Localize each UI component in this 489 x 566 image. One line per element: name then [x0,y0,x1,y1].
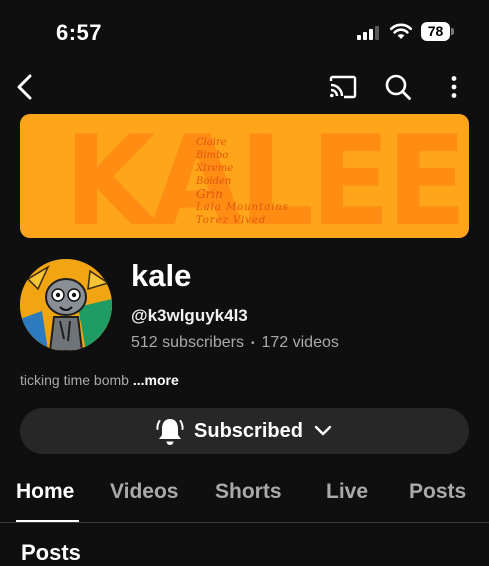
banner-line: Xtreme [196,163,234,174]
cast-button[interactable] [326,72,360,102]
channel-name: kale [131,258,192,293]
status-bar: 6:57 78 [0,0,489,64]
tabs-divider [0,522,489,523]
stats-separator: • [250,337,255,349]
channel-stats: 512 subscribers • 172 videos [131,334,339,352]
channel-banner: KALEEE Claire Bimbo Xtreme Boiden Grin L… [20,114,469,238]
search-icon [385,74,411,100]
banner-name-list: Claire Bimbo Xtreme Boiden Grin Lala Mou… [196,136,289,227]
search-button[interactable] [382,71,414,103]
battery-level: 78 [421,22,450,41]
banner-line: Claire [196,137,227,148]
avatar-illustration [20,259,112,351]
more-link[interactable]: ...more [133,372,179,388]
section-heading: Posts [21,540,81,565]
back-arrow-icon [17,74,32,100]
subscribed-button[interactable]: Subscribed [20,408,469,454]
channel-tabs: Home Videos Shorts Live Posts [0,474,489,522]
description-text: ticking time bomb [20,372,133,388]
chevron-down-icon [314,425,332,436]
subscriber-count: 512 subscribers [131,334,244,351]
cellular-signal-icon [357,26,379,40]
bell-icon [156,419,184,445]
banner-line: Lala Mountains [196,202,289,213]
app-bar [0,64,489,108]
channel-description[interactable]: ticking time bomb ...more [20,372,179,388]
channel-handle: @k3wlguyk4l3 [131,306,248,325]
more-options-button[interactable] [440,72,468,102]
banner-line: Torez Vived [196,215,267,226]
tab-shorts[interactable]: Shorts [215,480,282,504]
cast-icon [329,75,357,99]
status-time: 6:57 [56,20,103,45]
banner-line: Grin [196,187,223,201]
back-button[interactable] [10,72,40,102]
banner-line: Bimbo [196,150,229,161]
tab-home[interactable]: Home [16,480,74,504]
tab-videos[interactable]: Videos [110,480,178,504]
tab-posts[interactable]: Posts [409,480,466,504]
subscribed-label: Subscribed [194,419,303,442]
battery-icon: 78 [421,22,454,41]
tab-live[interactable]: Live [326,480,368,504]
more-vertical-icon [451,76,457,98]
wifi-icon [389,23,413,39]
video-count: 172 videos [261,334,339,351]
channel-avatar[interactable] [20,259,112,351]
